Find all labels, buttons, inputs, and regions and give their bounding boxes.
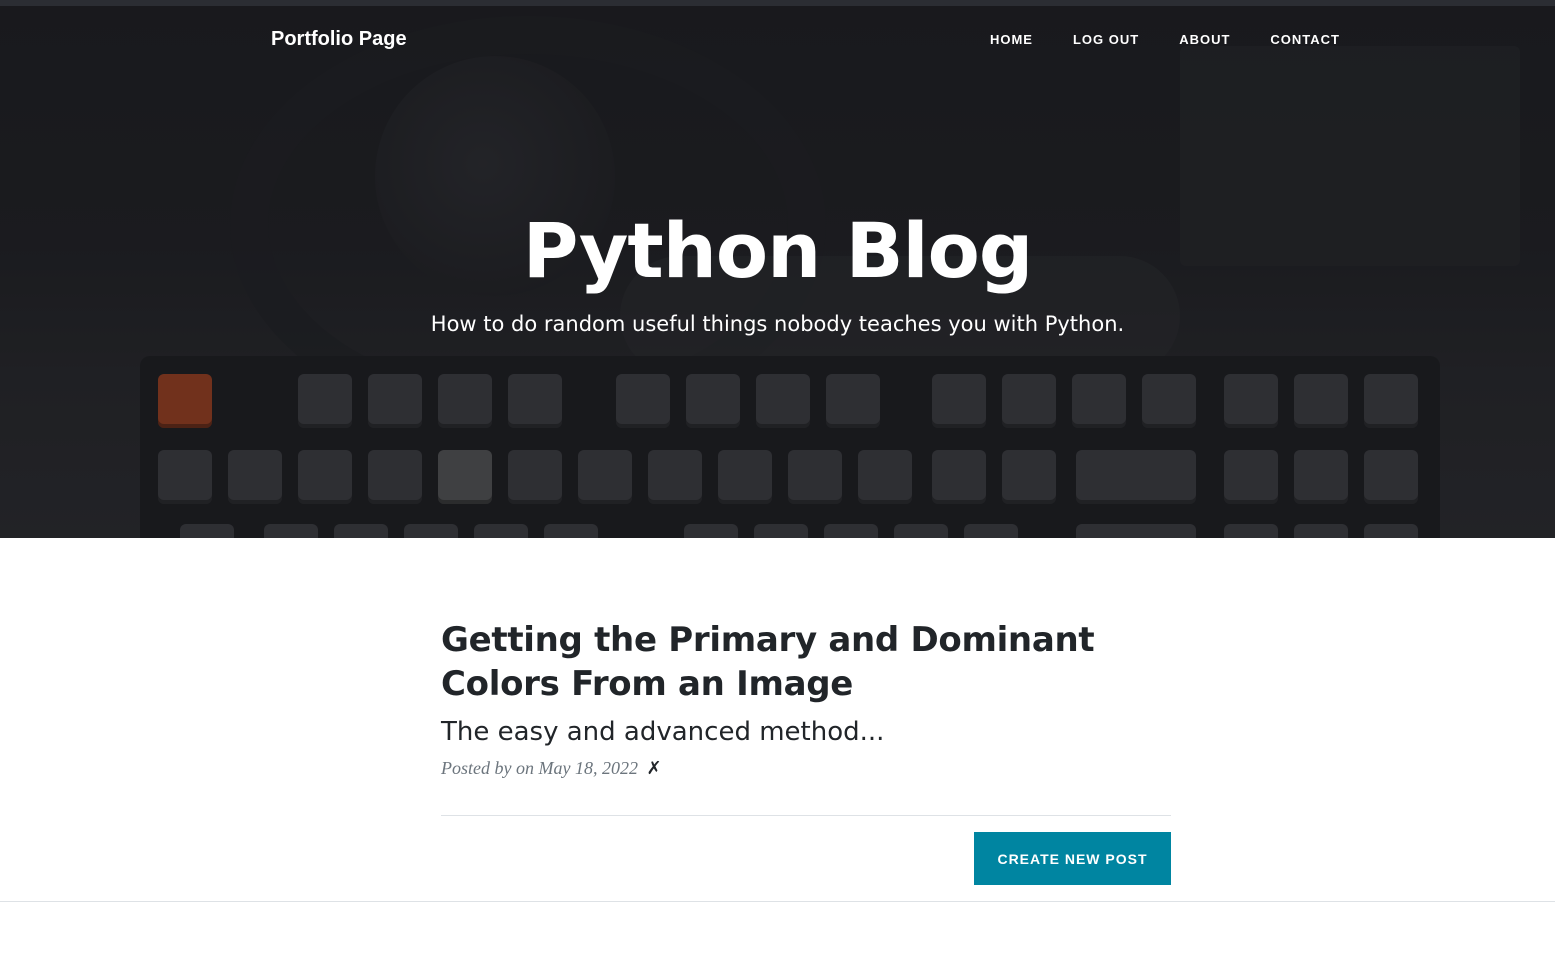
post-title-link[interactable]: Getting the Primary and Dominant Colors … (441, 618, 1171, 706)
post-subtitle: The easy and advanced method... (441, 717, 885, 747)
brand-link[interactable]: Portfolio Page (271, 28, 407, 51)
footer-divider (0, 901, 1555, 902)
create-new-post-button[interactable]: CREATE NEW POST (974, 832, 1171, 885)
page-title: Python Blog (522, 206, 1033, 295)
nav-contact-link[interactable]: CONTACT (1270, 32, 1340, 47)
post-meta: Posted by on May 18, 2022 ✗ (441, 758, 1171, 779)
nav-logout-link[interactable]: LOG OUT (1073, 32, 1139, 47)
delete-post-icon[interactable]: ✗ (646, 758, 661, 778)
navbar: Portfolio Page HOME LOG OUT ABOUT CONTAC… (0, 6, 1555, 74)
nav-home-link[interactable]: HOME (990, 32, 1033, 47)
nav-links: HOME LOG OUT ABOUT CONTACT (990, 32, 1340, 47)
page-subtitle: How to do random useful things nobody te… (430, 312, 1125, 336)
post-meta-text: Posted by on May 18, 2022 (441, 758, 638, 778)
post-divider (441, 815, 1171, 816)
post-preview: Getting the Primary and Dominant Colors … (441, 618, 1171, 779)
nav-about-link[interactable]: ABOUT (1179, 32, 1230, 47)
